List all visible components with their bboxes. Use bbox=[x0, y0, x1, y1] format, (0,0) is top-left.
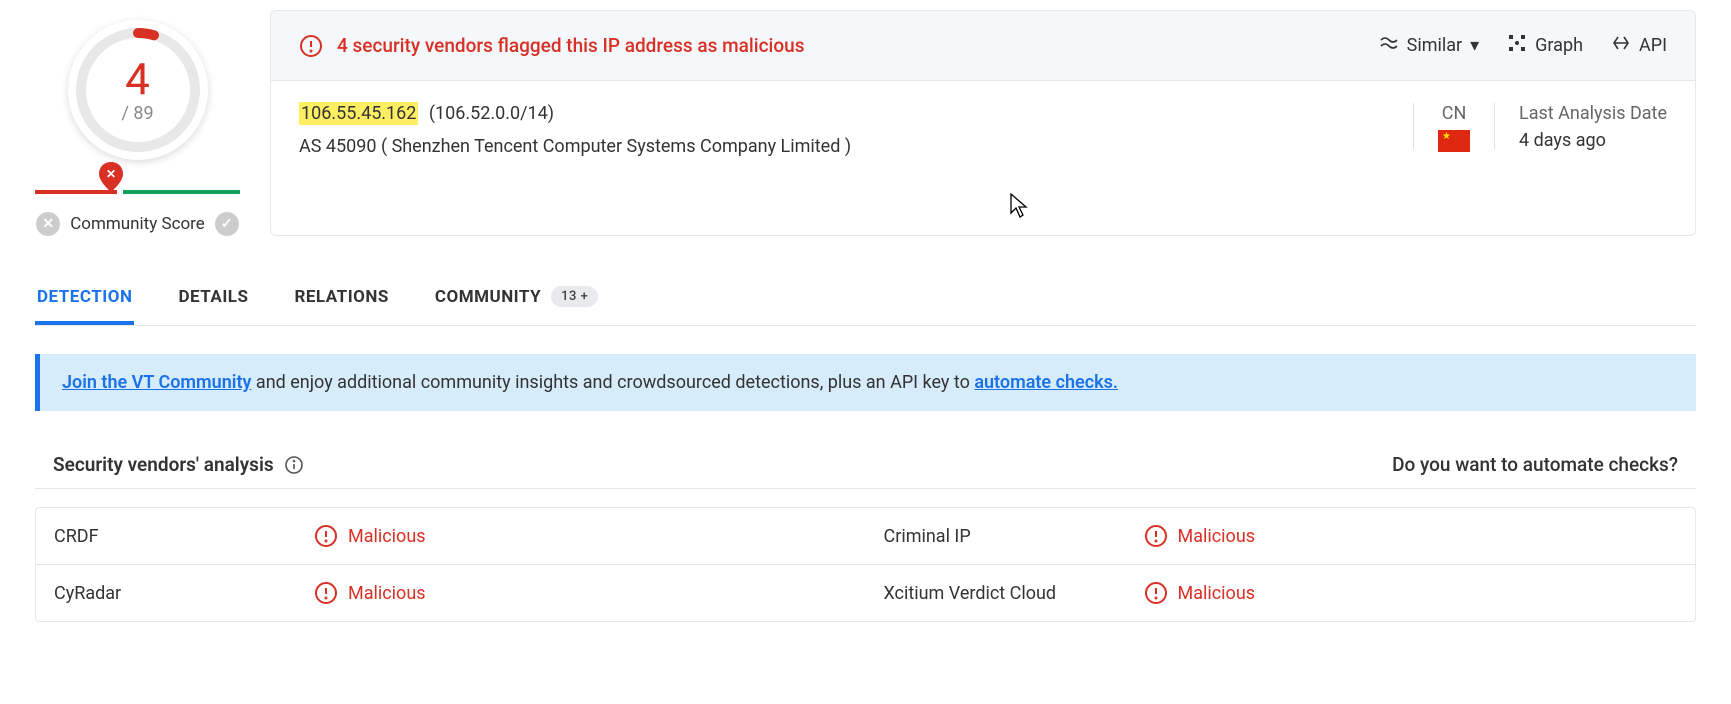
verdict-malicious: Malicious bbox=[1144, 524, 1256, 548]
community-score-bar: ✕ ✕ Community Score ✓ bbox=[35, 190, 240, 236]
similar-icon bbox=[1379, 33, 1399, 58]
country-code: CN bbox=[1438, 103, 1470, 124]
community-downvote-icon[interactable]: ✕ bbox=[36, 212, 60, 236]
table-row: CRDF Malicious Criminal IP Malicious bbox=[36, 508, 1695, 565]
detection-score-circle: 4 / 89 bbox=[68, 20, 208, 160]
malicious-icon bbox=[314, 524, 338, 548]
malicious-icon bbox=[1144, 524, 1168, 548]
graph-button[interactable]: Graph bbox=[1507, 33, 1583, 58]
table-row: CyRadar Malicious Xcitium Verdict Cloud … bbox=[36, 565, 1695, 621]
score-marker-icon: ✕ bbox=[98, 162, 124, 192]
tab-details[interactable]: DETAILS bbox=[176, 274, 250, 325]
alert-text: 4 security vendors flagged this IP addre… bbox=[337, 34, 1365, 57]
tab-community[interactable]: COMMUNITY 13 + bbox=[433, 274, 600, 325]
tab-detection[interactable]: DETECTION bbox=[35, 274, 134, 325]
api-button[interactable]: API bbox=[1611, 33, 1667, 58]
automate-checks-prompt[interactable]: Do you want to automate checks? bbox=[1392, 453, 1678, 476]
country-block: CN bbox=[1438, 103, 1470, 152]
vendor-table: CRDF Malicious Criminal IP Malicious bbox=[35, 507, 1696, 622]
promo-banner: Join the VT Community and enjoy addition… bbox=[35, 354, 1696, 411]
vendor-name: Xcitium Verdict Cloud bbox=[884, 583, 1144, 604]
similar-button[interactable]: Similar ▾ bbox=[1379, 33, 1480, 58]
automate-checks-link[interactable]: automate checks. bbox=[974, 372, 1118, 393]
alert-icon bbox=[299, 34, 323, 58]
info-icon[interactable] bbox=[284, 455, 304, 475]
vendor-name: CyRadar bbox=[54, 583, 314, 604]
svg-text:✕: ✕ bbox=[106, 167, 116, 181]
community-count-badge: 13 + bbox=[551, 286, 598, 307]
flagged-count: 4 bbox=[125, 57, 150, 101]
community-score-label: Community Score bbox=[70, 214, 205, 234]
summary-card: 4 security vendors flagged this IP addre… bbox=[270, 10, 1696, 236]
verdict-malicious: Malicious bbox=[1144, 581, 1256, 605]
country-flag-icon bbox=[1438, 130, 1470, 152]
score-section: 4 / 89 ✕ ✕ Community Score ✓ bbox=[35, 10, 240, 236]
vendor-name: CRDF bbox=[54, 526, 314, 547]
graph-icon bbox=[1507, 33, 1527, 58]
last-analysis-block: Last Analysis Date 4 days ago bbox=[1519, 103, 1667, 151]
join-community-link[interactable]: Join the VT Community bbox=[62, 372, 251, 393]
as-info: AS 45090 ( Shenzhen Tencent Computer Sys… bbox=[299, 136, 1389, 157]
last-analysis-label: Last Analysis Date bbox=[1519, 103, 1667, 124]
total-vendors: / 89 bbox=[121, 103, 153, 124]
community-upvote-icon[interactable]: ✓ bbox=[215, 212, 239, 236]
last-analysis-value: 4 days ago bbox=[1519, 130, 1667, 151]
chevron-down-icon: ▾ bbox=[1470, 35, 1479, 56]
ip-range: (106.52.0.0/14) bbox=[429, 103, 554, 124]
api-icon bbox=[1611, 33, 1631, 58]
tabs: DETECTION DETAILS RELATIONS COMMUNITY 13… bbox=[35, 274, 1696, 326]
tab-relations[interactable]: RELATIONS bbox=[292, 274, 390, 325]
vendors-title: Security vendors' analysis bbox=[53, 453, 274, 476]
vendors-section: Security vendors' analysis Do you want t… bbox=[35, 441, 1696, 622]
vendor-name: Criminal IP bbox=[884, 526, 1144, 547]
malicious-icon bbox=[1144, 581, 1168, 605]
verdict-malicious: Malicious bbox=[314, 581, 426, 605]
verdict-malicious: Malicious bbox=[314, 524, 426, 548]
malicious-icon bbox=[314, 581, 338, 605]
ip-address: 106.55.45.162 bbox=[299, 102, 418, 125]
